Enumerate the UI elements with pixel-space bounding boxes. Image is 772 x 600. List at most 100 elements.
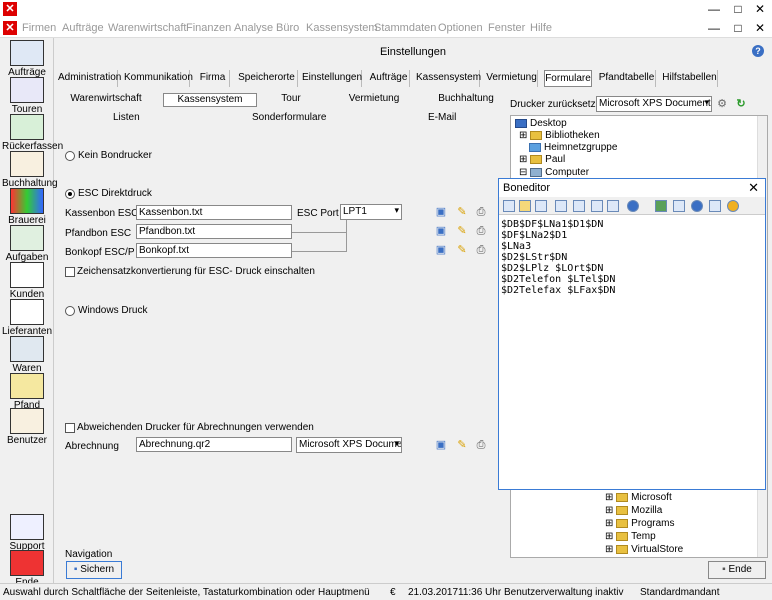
kein-bondrucker-radio[interactable] [65, 151, 75, 161]
preview-icon[interactable]: ▣ [434, 438, 448, 452]
boneditor-text-area[interactable]: $DB$DF$LNa1$D1$DN $DF$LNa2$D1 $LNa3 $D2$… [501, 219, 615, 296]
expand-icon[interactable]: ⊞ [605, 518, 616, 529]
help-icon[interactable]: ? [752, 45, 764, 57]
tab-speicherorte[interactable]: Speicherorte [236, 70, 298, 87]
sidebar-item-lieferanten[interactable]: Lieferanten [2, 299, 52, 337]
sun-icon[interactable] [727, 200, 739, 212]
printer-icon[interactable]: ⎙ [474, 205, 488, 219]
export-icon[interactable] [655, 200, 667, 212]
sidebar-item-benutzer[interactable]: Benutzer [2, 408, 52, 446]
menu-buero[interactable]: Büro [276, 22, 299, 34]
esc-direktdruck-radio[interactable] [65, 189, 75, 199]
copy-icon[interactable] [591, 200, 603, 212]
refresh-icon[interactable]: ↻ [734, 97, 748, 111]
menu-analyse[interactable]: Analyse [234, 22, 273, 34]
sidebar-item-buchhaltung[interactable]: Buchhaltung [2, 151, 58, 189]
menu-auftraege[interactable]: Aufträge [62, 22, 104, 34]
print-icon[interactable] [555, 200, 567, 212]
subtab-vermietung[interactable]: Vermietung [340, 93, 408, 107]
app-close-icon[interactable]: ✕ [3, 21, 17, 35]
tab-pfandtabelle[interactable]: Pfandtabelle [598, 70, 656, 87]
windows-druck-radio[interactable] [65, 306, 75, 316]
sidebar-item-auftraege[interactable]: Aufträge [2, 40, 52, 78]
maximize-button[interactable]: □ [728, 1, 748, 17]
printer-icon[interactable]: ⎙ [474, 224, 488, 238]
sidebar-item-pfand[interactable]: Pfand [2, 373, 52, 411]
menu-hilfe[interactable]: Hilfe [530, 22, 552, 34]
tab-kommunikation[interactable]: Kommunikation [124, 70, 193, 87]
settings-icon[interactable] [673, 200, 685, 212]
mdi-minimize-button[interactable]: — [704, 20, 724, 36]
preview-icon[interactable]: ▣ [434, 224, 448, 238]
subtab-kassensystem[interactable]: Kassensystem [163, 93, 257, 107]
expand-icon[interactable]: ⊞ [519, 130, 530, 141]
bonkopf-field[interactable]: Bonkopf.txt [136, 243, 292, 258]
new-icon[interactable] [503, 200, 515, 212]
expand-icon[interactable]: ⊞ [605, 544, 616, 555]
paste-icon[interactable] [607, 200, 619, 212]
tab-administration[interactable]: Administration [58, 70, 121, 87]
printer-icon[interactable]: ⎙ [474, 243, 488, 257]
pfandbon-field[interactable]: Pfandbon.txt [136, 224, 292, 239]
tree-node-programs[interactable]: ⊞ Programs [605, 518, 675, 529]
subtab-listen[interactable]: Listen [113, 112, 140, 123]
sidebar-item-support[interactable]: Support [2, 514, 52, 552]
subtab-buchhaltung[interactable]: Buchhaltung [436, 93, 496, 107]
save-icon[interactable] [535, 200, 547, 212]
edit-pencil-icon[interactable]: ✎ [455, 243, 469, 257]
expand-icon[interactable]: ⊞ [519, 154, 530, 165]
tree-node-microsoft[interactable]: ⊞ Microsoft [605, 492, 672, 503]
printer-icon[interactable]: ⎙ [474, 438, 488, 452]
mdi-maximize-button[interactable]: □ [728, 20, 748, 36]
tree-node-mozilla[interactable]: ⊞ Mozilla [605, 505, 662, 516]
tree-node-desktop[interactable]: Desktop [515, 118, 567, 129]
help-icon[interactable] [691, 200, 703, 212]
edit-pencil-icon[interactable]: ✎ [455, 205, 469, 219]
expand-icon[interactable]: ⊞ [605, 531, 616, 542]
color-icon[interactable] [627, 200, 639, 212]
save-button[interactable]: ▪ Sichern [66, 561, 122, 579]
subtab-email[interactable]: E-Mail [428, 112, 456, 123]
tab-hilfstabellen[interactable]: Hilfstabellen [662, 70, 718, 87]
zeichensatz-checkbox[interactable] [65, 267, 75, 277]
printer-reset-select[interactable]: Microsoft XPS Document W ▾ [596, 96, 712, 112]
sidebar-item-waren[interactable]: Waren [2, 336, 52, 374]
subtab-sonderformulare[interactable]: Sonderformulare [252, 112, 326, 123]
abw-drucker-checkbox[interactable] [65, 423, 75, 433]
tab-formulare[interactable]: Formulare [544, 70, 592, 87]
menu-stammdaten[interactable]: Stammdaten [374, 22, 436, 34]
end-button[interactable]: ▪ Ende [708, 561, 766, 579]
edit-pencil-icon[interactable]: ✎ [455, 224, 469, 238]
sidebar-item-kunden[interactable]: Kunden [2, 262, 52, 300]
tree-node-temp[interactable]: ⊞ Temp [605, 531, 656, 542]
menu-kassensystem[interactable]: Kassensystem [306, 22, 378, 34]
menu-fenster[interactable]: Fenster [488, 22, 525, 34]
tab-kassensystem[interactable]: Kassensystem [416, 70, 481, 87]
sidebar-item-touren[interactable]: Touren [2, 77, 52, 115]
tree-node-bibliotheken[interactable]: ⊞ Bibliotheken [519, 130, 600, 141]
tree-node-paul[interactable]: ⊞ Paul [519, 154, 565, 165]
expand-icon[interactable]: ⊞ [605, 492, 616, 503]
tab-firma[interactable]: Firma [196, 70, 230, 87]
undo-icon[interactable] [573, 200, 585, 212]
minimize-button[interactable]: — [704, 1, 724, 17]
tree-node-computer[interactable]: ⊟ Computer [519, 167, 589, 178]
tab-einstellungen[interactable]: Einstellungen [302, 70, 362, 87]
esc-port-select[interactable]: LPT1 ▾ [340, 204, 402, 220]
tree-node-virtualstore[interactable]: ⊞ VirtualStore [605, 544, 683, 555]
tree-node-heimnetzgruppe[interactable]: Heimnetzgruppe [529, 142, 617, 153]
sidebar-item-rueckerfassen[interactable]: Rückerfassen [2, 114, 63, 152]
boneditor-close-button[interactable]: ✕ [748, 180, 759, 196]
info-icon[interactable] [709, 200, 721, 212]
sidebar-item-aufgaben[interactable]: Aufgaben [2, 225, 52, 263]
abrechnung-printer-select[interactable]: Microsoft XPS Documer ▾ [296, 437, 402, 453]
tab-vermietung[interactable]: Vermietung [486, 70, 538, 87]
abrechnung-field[interactable]: Abrechnung.qr2 [136, 437, 292, 452]
mdi-close-button[interactable]: ✕ [750, 20, 770, 36]
sidebar-item-brauerei[interactable]: Brauerei [2, 188, 52, 226]
expand-icon[interactable]: ⊟ [519, 167, 530, 178]
edit-pencil-icon[interactable]: ✎ [455, 438, 469, 452]
subtab-tour[interactable]: Tour [270, 93, 312, 107]
menu-optionen[interactable]: Optionen [438, 22, 483, 34]
menu-firmen[interactable]: Firmen [22, 22, 56, 34]
